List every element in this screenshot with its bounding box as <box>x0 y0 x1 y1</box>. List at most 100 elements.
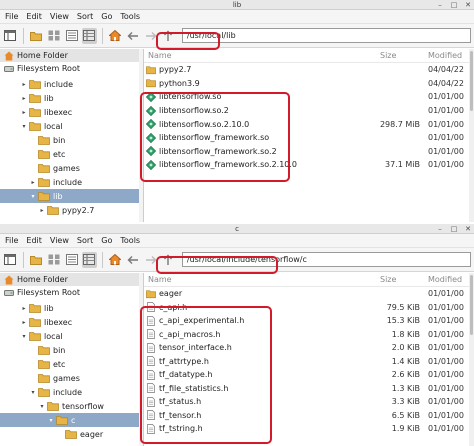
column-size[interactable]: Size <box>376 275 424 284</box>
column-name[interactable]: Name <box>144 275 376 284</box>
scroll-thumb[interactable] <box>470 275 473 335</box>
menu-go[interactable]: Go <box>101 10 112 24</box>
icon-view-icon[interactable] <box>46 28 61 44</box>
menu-edit[interactable]: Edit <box>26 234 42 248</box>
tree-item[interactable]: ▾ tensorflow <box>0 399 143 413</box>
file-row[interactable]: c_api_experimental.h 15.3 KiB 01/01/00 <box>144 314 474 328</box>
forward-arrow-icon[interactable] <box>143 252 158 268</box>
menu-file[interactable]: File <box>5 234 18 248</box>
column-modified[interactable]: Modified <box>424 51 474 60</box>
tree-item[interactable]: ▾ local <box>0 119 143 133</box>
place-filesystem-root[interactable]: Filesystem Root <box>0 62 143 75</box>
expander-icon[interactable]: ▾ <box>20 333 28 340</box>
up-arrow-icon[interactable] <box>161 28 176 44</box>
expander-icon[interactable]: ▸ <box>20 109 28 116</box>
menu-go[interactable]: Go <box>101 234 112 248</box>
expander-icon[interactable]: ▸ <box>29 179 37 186</box>
scroll-thumb[interactable] <box>470 51 473 111</box>
column-modified[interactable]: Modified <box>424 275 474 284</box>
list-view-icon[interactable] <box>82 251 97 268</box>
tree-item[interactable]: eager <box>0 427 143 441</box>
expander-icon[interactable]: ▸ <box>20 95 28 102</box>
tree-item[interactable]: bin <box>0 343 143 357</box>
icon-view-icon[interactable] <box>46 252 61 268</box>
title-bar[interactable]: c – □ ✕ <box>0 224 474 234</box>
file-row[interactable]: libtensorflow.so 01/01/00 <box>144 90 474 104</box>
tree-item[interactable]: ▾ c <box>0 413 143 427</box>
place-filesystem-root[interactable]: Filesystem Root <box>0 286 143 299</box>
file-row[interactable]: libtensorflow_framework.so.2.10.0 37.1 Mi… <box>144 158 474 172</box>
sidebar-scrollbar[interactable] <box>139 273 143 446</box>
file-row[interactable]: pypy2.7 04/04/22 <box>144 63 474 77</box>
expander-icon[interactable]: ▾ <box>29 389 37 396</box>
tree-item[interactable]: ▾ include <box>0 385 143 399</box>
tree-item[interactable]: etc <box>0 147 143 161</box>
file-row[interactable]: tf_status.h 3.3 KiB 01/01/00 <box>144 395 474 409</box>
file-row[interactable]: c_api.h 79.5 KiB 01/01/00 <box>144 301 474 315</box>
column-name[interactable]: Name <box>144 51 376 60</box>
location-bar[interactable]: /usr/local/lib <box>181 28 471 43</box>
forward-arrow-icon[interactable] <box>143 28 158 44</box>
close-icon[interactable]: ✕ <box>464 1 472 9</box>
file-row[interactable]: tf_tensor.h 6.5 KiB 01/01/00 <box>144 409 474 423</box>
menu-view[interactable]: View <box>50 10 69 24</box>
sidebar-toggle-icon[interactable] <box>3 28 18 44</box>
minimize-icon[interactable]: – <box>436 1 444 9</box>
close-icon[interactable]: ✕ <box>464 225 472 233</box>
menu-file[interactable]: File <box>5 10 18 24</box>
expander-icon[interactable]: ▸ <box>20 81 28 88</box>
sidebar-toggle-icon[interactable] <box>3 252 18 268</box>
maximize-icon[interactable]: □ <box>450 1 458 9</box>
list-scrollbar[interactable] <box>469 49 474 222</box>
tree-item[interactable]: ▾ local <box>0 329 143 343</box>
file-row[interactable]: libtensorflow_framework.so.2 01/01/00 <box>144 145 474 159</box>
thumbnail-view-icon[interactable] <box>64 28 79 44</box>
file-row[interactable]: eager 01/01/00 <box>144 287 474 301</box>
place-home-folder[interactable]: Home Folder <box>0 273 143 286</box>
menu-tools[interactable]: Tools <box>120 10 140 24</box>
tree-item[interactable]: bin <box>0 133 143 147</box>
tree-item[interactable]: ▸ lib <box>0 91 143 105</box>
new-folder-icon[interactable] <box>29 252 44 268</box>
expander-icon[interactable]: ▸ <box>20 305 28 312</box>
file-row[interactable]: tensor_interface.h 2.0 KiB 01/01/00 <box>144 341 474 355</box>
home-icon[interactable] <box>108 252 123 268</box>
list-view-icon[interactable] <box>82 27 97 44</box>
up-arrow-icon[interactable] <box>161 252 176 268</box>
menu-edit[interactable]: Edit <box>26 10 42 24</box>
file-row[interactable]: tf_file_statistics.h 1.3 KiB 01/01/00 <box>144 382 474 396</box>
place-home-folder[interactable]: Home Folder <box>0 49 143 62</box>
maximize-icon[interactable]: □ <box>450 225 458 233</box>
menu-view[interactable]: View <box>50 234 69 248</box>
tree-item[interactable]: ▸ pypy2.7 <box>0 203 143 217</box>
list-scrollbar[interactable] <box>469 273 474 446</box>
home-icon[interactable] <box>108 28 123 44</box>
tree-item[interactable]: games <box>0 371 143 385</box>
location-bar[interactable]: /usr/local/include/tensorflow/c <box>181 252 471 267</box>
expander-icon[interactable]: ▾ <box>20 123 28 130</box>
expander-icon[interactable]: ▸ <box>20 319 28 326</box>
tree-item[interactable]: ▸ include <box>0 175 143 189</box>
file-row[interactable]: tf_datatype.h 2.6 KiB 01/01/00 <box>144 368 474 382</box>
thumbnail-view-icon[interactable] <box>64 252 79 268</box>
tree-item[interactable]: ▸ libexec <box>0 105 143 119</box>
column-size[interactable]: Size <box>376 51 424 60</box>
expander-icon[interactable]: ▾ <box>47 417 55 424</box>
tree-item[interactable]: ▸ libexec <box>0 315 143 329</box>
file-row[interactable]: libtensorflow.so.2 01/01/00 <box>144 104 474 118</box>
file-row[interactable]: tf_attrtype.h 1.4 KiB 01/01/00 <box>144 355 474 369</box>
file-row[interactable]: c_api_macros.h 1.8 KiB 01/01/00 <box>144 328 474 342</box>
expander-icon[interactable]: ▸ <box>38 207 46 214</box>
tree-item[interactable]: games <box>0 161 143 175</box>
title-bar[interactable]: lib – □ ✕ <box>0 0 474 10</box>
menu-sort[interactable]: Sort <box>77 10 93 24</box>
tree-item[interactable]: etc <box>0 357 143 371</box>
file-row[interactable]: libtensorflow_framework.so 01/01/00 <box>144 131 474 145</box>
file-row[interactable]: python3.9 04/04/22 <box>144 77 474 91</box>
tree-item[interactable]: ▾ lib <box>0 189 143 203</box>
menu-tools[interactable]: Tools <box>120 234 140 248</box>
file-row[interactable]: libtensorflow.so.2.10.0 298.7 MiB 01/01/00 <box>144 117 474 131</box>
back-arrow-icon[interactable] <box>126 252 141 268</box>
expander-icon[interactable]: ▾ <box>38 403 46 410</box>
file-row[interactable]: tf_tstring.h 1.9 KiB 01/01/00 <box>144 422 474 436</box>
